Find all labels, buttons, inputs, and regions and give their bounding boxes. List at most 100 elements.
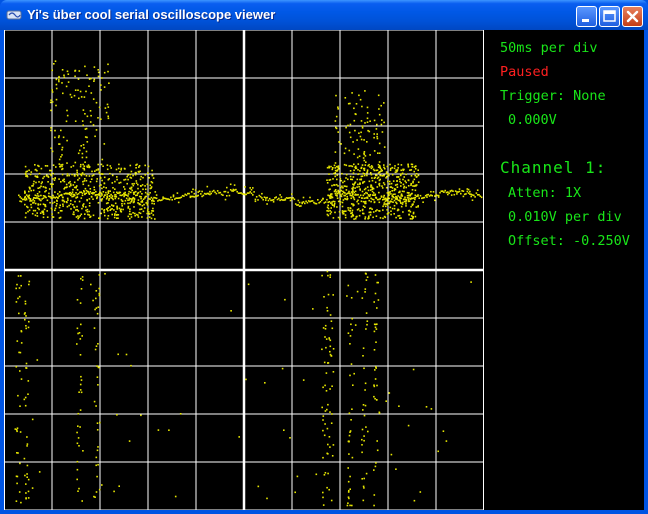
trace-sample [66,114,69,117]
trace-sample [319,201,322,203]
trace-sample [72,188,74,191]
trace-sample [378,113,381,116]
trace-sample [44,196,46,198]
trace-sample [366,320,369,322]
trace-sample [353,198,356,201]
trace-sample [105,202,108,205]
trace-sample [106,217,109,220]
trace-sample [275,196,277,198]
trace-sample [75,192,77,194]
trace-sample [48,192,50,195]
trace-sample [372,211,375,213]
trace-sample [61,146,64,149]
trace-sample [72,204,74,206]
trace-sample [235,188,237,191]
trace-sample [96,422,99,424]
minimize-button[interactable] [576,6,597,27]
trace-sample [361,444,363,446]
trace-sample [71,191,74,193]
trace-sample [364,291,366,293]
trace-sample [407,192,410,194]
trace-sample [327,207,330,210]
trace-sample [348,149,351,152]
close-button[interactable] [622,6,643,27]
trace-sample [266,497,268,500]
trace-sample [339,203,341,206]
trace-sample [76,468,79,471]
trace-sample [100,118,102,120]
trace-sample [142,188,144,191]
trace-sample [176,192,179,194]
trace-sample [24,196,26,199]
trace-sample [378,161,381,163]
trace-sample [50,99,52,101]
trace-sample [475,192,478,194]
scope-display-area[interactable]: 50ms per div Paused Trigger: None 0.000V… [4,30,644,510]
trace-sample [417,169,419,171]
trace-sample [76,460,79,463]
trace-sample [383,121,385,124]
trace-sample [130,216,133,218]
trace-sample [329,314,332,316]
trace-sample [238,436,240,438]
trace-sample [352,203,355,206]
trace-sample [322,386,324,389]
trace-sample [29,187,31,189]
trace-sample [81,152,84,155]
trace-sample [398,191,401,193]
trace-sample [399,201,402,204]
trace-sample [378,184,381,187]
maximize-button[interactable] [599,6,620,27]
trace-sample [109,190,111,192]
trace-sample [92,174,95,176]
trace-sample [393,189,395,192]
trace-sample [130,200,132,203]
trace-sample [102,173,104,175]
title-bar[interactable]: Yi's über cool serial oscilloscope viewe… [0,0,648,30]
trace-sample [332,167,334,169]
trace-sample [374,326,377,329]
trace-sample [103,209,105,212]
trace-sample [351,408,353,410]
trace-sample [350,165,352,167]
trace-sample [368,215,370,218]
trace-sample [132,174,134,177]
trace-sample [328,337,330,339]
trace-sample [74,89,77,91]
trace-sample [393,207,396,210]
trace-sample [81,192,84,194]
trace-sample [430,190,432,193]
trace-sample [357,193,359,196]
trace-sample [359,98,362,101]
trace-sample [67,199,69,201]
trace-sample [70,193,73,195]
trace-sample [400,193,403,196]
trace-sample [146,200,149,202]
trace-sample [115,214,118,216]
trace-sample [50,129,52,132]
trace-sample [51,91,54,93]
trace-sample [85,127,88,130]
trace-sample [55,87,58,90]
trace-sample [107,115,109,118]
trace-sample [361,438,363,441]
trace-sample [330,320,333,322]
trace-sample [93,80,95,82]
trace-sample [69,183,72,185]
trace-sample [107,63,109,66]
trace-sample [362,404,365,406]
trace-sample [123,202,126,205]
trace-sample [81,279,84,281]
trace-sample [37,187,39,189]
trace-sample [346,195,348,198]
trace-sample [31,487,34,489]
trace-sample [393,199,396,202]
trace-sample [168,429,170,431]
trace-sample [337,216,340,219]
trace-sample [367,189,370,192]
trace-sample [347,284,350,287]
trace-sample [373,494,376,496]
trace-sample [351,92,353,94]
trace-sample [76,196,79,198]
trace-sample [38,172,41,175]
